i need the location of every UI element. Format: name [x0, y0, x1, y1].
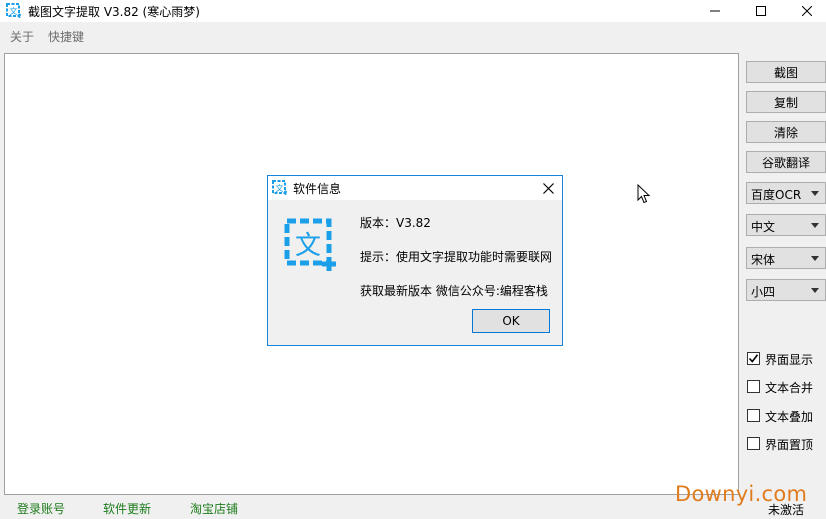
title-bar: 文 截图文字提取 V3.82 (寒心雨梦): [0, 0, 826, 22]
chevron-down-icon: [811, 288, 819, 293]
chevron-down-icon: [811, 223, 819, 228]
font-size-value: 小四: [751, 285, 776, 299]
checkbox-overlay-text[interactable]: 文本叠加: [746, 407, 826, 425]
close-button[interactable]: [784, 0, 826, 22]
hint-text: 提示：使用文字提取功能时需要联网: [360, 250, 553, 264]
menu-item-hotkeys[interactable]: 快捷键: [48, 28, 84, 45]
minimize-icon: [710, 10, 720, 12]
ok-button[interactable]: OK: [472, 309, 550, 333]
screenshot-button[interactable]: 截图: [746, 61, 826, 83]
language-value: 中文: [751, 220, 776, 234]
maximize-icon: [756, 6, 766, 16]
checkbox-show-interface[interactable]: 界面显示: [746, 350, 826, 368]
checkbox-label: 界面置顶: [765, 438, 814, 452]
dialog-title: 软件信息: [293, 182, 342, 196]
minimize-button[interactable]: [692, 0, 738, 22]
checkbox-box[interactable]: [747, 352, 760, 365]
checkbox-label: 文本合并: [765, 381, 814, 395]
checkbox-merge-text[interactable]: 文本合并: [746, 378, 826, 396]
app-logo-icon: 文: [284, 218, 338, 272]
checkbox-box[interactable]: [747, 409, 760, 422]
svg-text:文: 文: [10, 6, 18, 16]
checkmark-icon: [748, 354, 759, 363]
taobao-shop-link[interactable]: 淘宝店铺: [190, 500, 238, 517]
app-icon: 文: [6, 3, 22, 19]
chevron-down-icon: [811, 256, 819, 261]
chevron-down-icon: [811, 191, 819, 196]
close-icon: [802, 6, 812, 16]
window-title: 截图文字提取 V3.82 (寒心雨梦): [28, 5, 200, 19]
dialog-close-button[interactable]: [534, 176, 562, 200]
software-info-dialog: 文 软件信息 文 版本：V3.82 提示：使用文字提取功能时需要联网 获取最新版…: [267, 175, 563, 346]
font-size-select[interactable]: 小四: [746, 279, 826, 301]
mouse-cursor-icon: [637, 184, 651, 204]
svg-text:文: 文: [276, 183, 284, 193]
checkbox-label: 界面显示: [765, 353, 814, 367]
dialog-title-bar: 文 软件信息: [268, 176, 562, 200]
checkbox-label: 文本叠加: [765, 410, 814, 424]
font-select[interactable]: 宋体: [746, 247, 826, 269]
checkbox-box[interactable]: [747, 437, 760, 450]
ocr-engine-select[interactable]: 百度OCR: [746, 182, 826, 204]
version-text: 版本：V3.82: [360, 216, 431, 230]
font-value: 宋体: [751, 253, 776, 267]
checkbox-box[interactable]: [747, 380, 760, 393]
svg-text:文: 文: [295, 231, 321, 261]
login-link[interactable]: 登录账号: [17, 500, 65, 517]
checkbox-always-on-top[interactable]: 界面置顶: [746, 435, 826, 453]
language-select[interactable]: 中文: [746, 214, 826, 236]
activation-status: 未激活: [768, 503, 805, 517]
software-update-link[interactable]: 软件更新: [103, 500, 151, 517]
ocr-engine-value: 百度OCR: [751, 188, 802, 202]
maximize-button[interactable]: [738, 0, 784, 22]
clear-button[interactable]: 清除: [746, 121, 826, 143]
latest-version-text: 获取最新版本 微信公众号:编程客栈: [360, 284, 548, 298]
close-icon: [542, 182, 554, 194]
menu-bar: 关于 快捷键: [0, 24, 826, 48]
menu-item-about[interactable]: 关于: [10, 28, 34, 45]
app-icon: 文: [272, 180, 288, 196]
google-translate-button[interactable]: 谷歌翻译: [746, 151, 826, 173]
copy-button[interactable]: 复制: [746, 91, 826, 113]
